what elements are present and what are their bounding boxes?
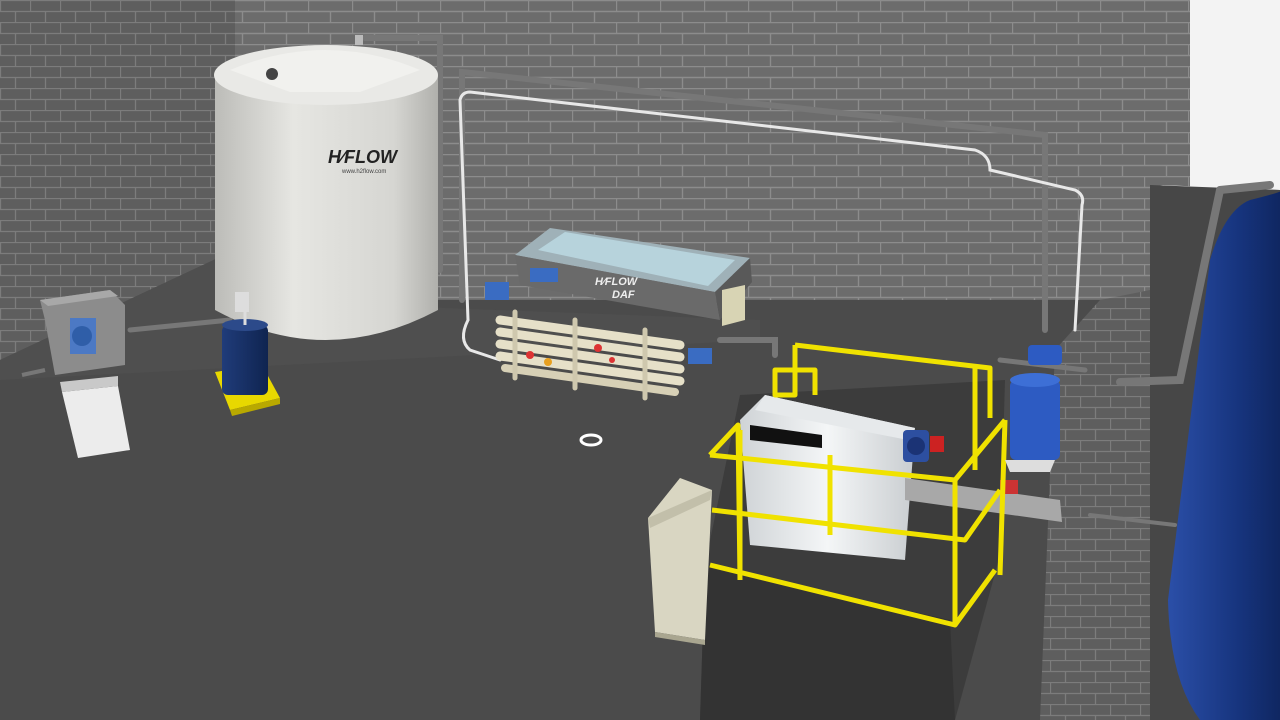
sky-opening <box>1190 0 1280 188</box>
tank-url: www.h2flow.com <box>341 169 386 175</box>
daf-logo: H⁄FLOW <box>595 276 639 288</box>
daf-model: DAF <box>612 289 635 301</box>
tank-logo: H⁄FLOW <box>328 147 399 167</box>
plant-3d-scene: H⁄FLOW www.h2flow.com H⁄FLOW DAF <box>0 0 1280 720</box>
scene-svg: H⁄FLOW www.h2flow.com H⁄FLOW DAF <box>0 0 1280 720</box>
